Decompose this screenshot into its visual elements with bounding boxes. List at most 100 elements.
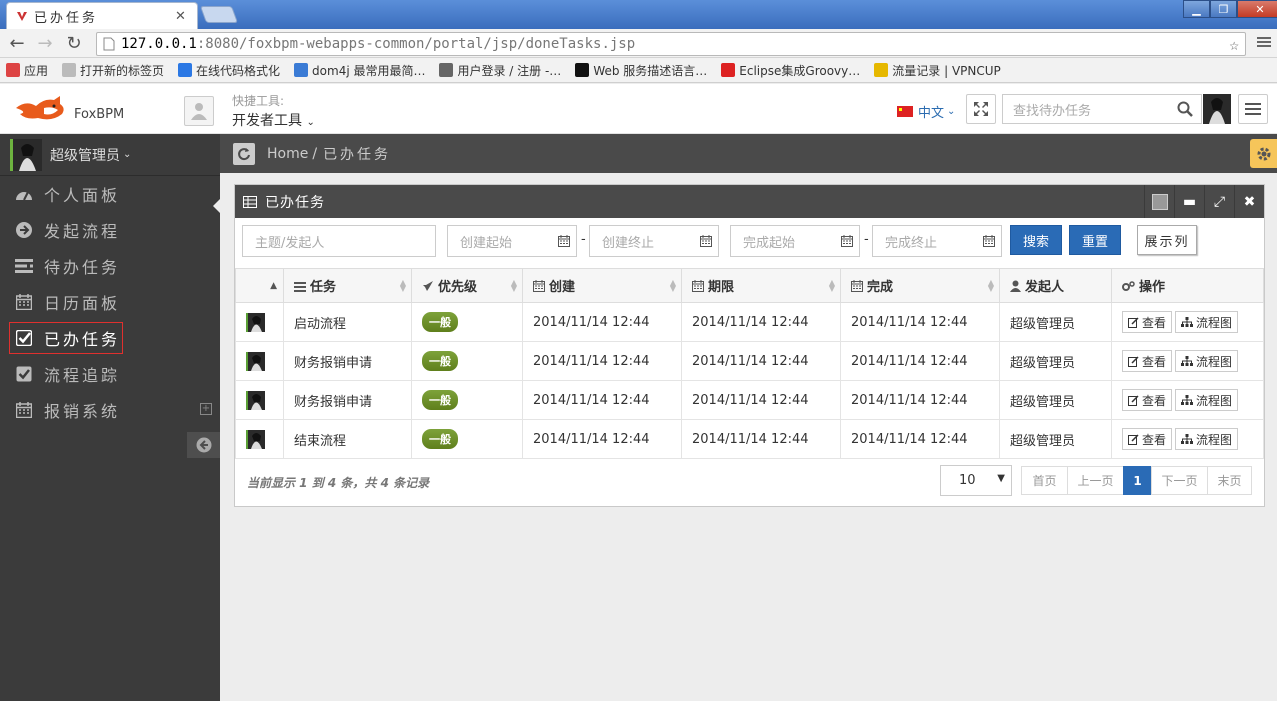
back-icon[interactable]: ← bbox=[6, 33, 28, 55]
bookmark-item[interactable]: dom4j 最常用最简… bbox=[294, 62, 425, 79]
diagram-button[interactable]: 流程图 bbox=[1175, 389, 1239, 411]
quick-tools-avatar[interactable] bbox=[184, 96, 214, 126]
sidebar-user[interactable]: 超级管理员 ⌄ bbox=[0, 134, 220, 176]
reload-icon[interactable]: ↻ bbox=[63, 33, 85, 55]
table-row[interactable]: 财务报销申请 一般 2014/11/14 12:44 2014/11/14 12:44… bbox=[235, 380, 1264, 420]
view-button[interactable]: 查看 bbox=[1122, 389, 1173, 411]
calendar-icon[interactable] bbox=[700, 235, 712, 247]
sidebar-item-0[interactable]: 个人面板 bbox=[0, 176, 220, 212]
table-row[interactable]: 结束流程 一般 2014/11/14 12:44 2014/11/14 12:44 20… bbox=[235, 419, 1264, 459]
diagram-button[interactable]: 流程图 bbox=[1175, 350, 1239, 372]
panel-header: 已办任务 ▬ ⤢ ✖ bbox=[235, 185, 1264, 218]
pager-page-1[interactable]: 1 bbox=[1123, 466, 1152, 495]
tab-close-icon[interactable]: ✕ bbox=[175, 9, 189, 24]
create-start-input[interactable]: 创建起始 bbox=[447, 225, 577, 257]
column-header-sort[interactable]: ▲ bbox=[235, 268, 284, 303]
expand-panel-icon[interactable]: ⤢ bbox=[1204, 185, 1234, 218]
bookmark-item[interactable]: 流量记录 | VPNCUP bbox=[874, 62, 1001, 79]
finished-cell: 2014/11/14 12:44 bbox=[840, 419, 1000, 459]
finish-start-input[interactable]: 完成起始 bbox=[730, 225, 860, 257]
language-selector[interactable]: 中文 ⌄ bbox=[897, 102, 955, 121]
browser-menu-icon[interactable] bbox=[1257, 35, 1271, 49]
view-button[interactable]: 查看 bbox=[1122, 311, 1173, 333]
search-icon[interactable] bbox=[1177, 101, 1193, 117]
sidebar-item-2[interactable]: 待办任务 bbox=[0, 248, 220, 284]
user-avatar[interactable] bbox=[1203, 94, 1231, 124]
reset-button[interactable]: 重置 bbox=[1069, 225, 1121, 255]
column-header-deadline[interactable]: 期限 ▲ ▼ bbox=[681, 268, 841, 303]
diagram-label: 流程图 bbox=[1196, 393, 1233, 408]
bookmark-item[interactable]: Eclipse集成Groovy… bbox=[721, 62, 860, 79]
window-controls: ▁ ❐ ✕ bbox=[1183, 0, 1277, 18]
minimize-window-button[interactable]: ▁ bbox=[1183, 0, 1210, 18]
column-header-initiator[interactable]: 发起人 bbox=[999, 268, 1112, 303]
sidebar-item-1[interactable]: 发起流程 bbox=[0, 212, 220, 248]
quick-tools-dropdown[interactable]: 开发者工具 ⌄ bbox=[232, 110, 315, 130]
bookmark-star-icon[interactable]: ☆ bbox=[1229, 35, 1239, 54]
url-path: :8080/foxbpm-webapps-common/portal/jsp/d… bbox=[196, 36, 636, 52]
calendar-icon[interactable] bbox=[558, 235, 570, 247]
task-cell: 结束流程 bbox=[283, 419, 412, 459]
sidebar-collapse-button[interactable] bbox=[187, 432, 220, 458]
table-row[interactable]: 财务报销申请 一般 2014/11/14 12:44 2014/11/14 12:44… bbox=[235, 341, 1264, 381]
maximize-window-button[interactable]: ❐ bbox=[1210, 0, 1237, 18]
column-header-priority[interactable]: 优先级 ▲ ▼ bbox=[411, 268, 523, 303]
table-row[interactable]: 启动流程 一般 2014/11/14 12:44 2014/11/14 12:44 20… bbox=[235, 302, 1264, 342]
new-tab-button[interactable] bbox=[199, 6, 239, 23]
bookmark-item[interactable]: 应用 bbox=[6, 62, 48, 79]
pager-prev[interactable]: 上一页 bbox=[1067, 466, 1124, 495]
browser-tab[interactable]: 已办任务 ✕ bbox=[6, 2, 198, 29]
finish-end-input[interactable]: 完成终止 bbox=[872, 225, 1002, 257]
bookmark-item[interactable]: Web 服务描述语言… bbox=[575, 62, 707, 79]
column-header-task[interactable]: 任务 ▲ ▼ bbox=[283, 268, 412, 303]
subject-filter-input[interactable]: 主题/发起人 bbox=[242, 225, 436, 257]
pager-first[interactable]: 首页 bbox=[1021, 466, 1068, 495]
column-header-finished[interactable]: 完成 ▲ ▼ bbox=[840, 268, 1000, 303]
page-size-select[interactable]: 10 ▼ bbox=[940, 465, 1012, 496]
breadcrumb-home[interactable]: Home bbox=[267, 146, 308, 162]
chevron-down-icon: ⌄ bbox=[947, 106, 956, 117]
column-header-label: 完成 bbox=[867, 280, 894, 295]
sidebar-item-label: 待办任务 bbox=[44, 258, 121, 277]
column-header-actions: 操作 bbox=[1111, 268, 1264, 303]
show-columns-button[interactable]: 展示列 bbox=[1137, 225, 1197, 255]
create-end-input[interactable]: 创建终止 bbox=[589, 225, 719, 257]
row-avatar bbox=[246, 312, 265, 332]
calendar-icon[interactable] bbox=[841, 235, 853, 247]
actions-cell: 查看 流程图 bbox=[1111, 302, 1264, 342]
task-search-input[interactable]: 查找待办任务 bbox=[1002, 94, 1202, 124]
refresh-button[interactable] bbox=[233, 142, 255, 165]
menu-icon bbox=[1245, 103, 1261, 115]
column-header-created[interactable]: 创建 ▲ ▼ bbox=[522, 268, 682, 303]
sidebar-item-6[interactable]: 报销系统 + bbox=[0, 392, 220, 428]
sitemap-icon bbox=[1181, 394, 1196, 406]
color-picker-button[interactable] bbox=[1144, 185, 1174, 218]
forward-icon[interactable]: → bbox=[34, 33, 56, 55]
address-bar[interactable]: 127.0.0.1:8080/foxbpm-webapps-common/por… bbox=[96, 32, 1246, 56]
view-button[interactable]: 查看 bbox=[1122, 428, 1173, 450]
expand-plus-icon[interactable]: + bbox=[200, 403, 212, 415]
sidebar-item-3[interactable]: 日历面板 bbox=[0, 284, 220, 320]
collapse-panel-icon[interactable]: ▬ bbox=[1174, 185, 1204, 218]
row-avatar bbox=[246, 429, 265, 449]
hamburger-menu-button[interactable] bbox=[1238, 94, 1268, 124]
page-size-value: 10 bbox=[959, 473, 976, 488]
sidebar-item-5[interactable]: 流程追踪 bbox=[0, 356, 220, 392]
search-button[interactable]: 搜索 bbox=[1010, 225, 1062, 255]
bookmark-item[interactable]: 在线代码格式化 bbox=[178, 62, 280, 79]
pager-last[interactable]: 末页 bbox=[1207, 466, 1252, 495]
settings-button[interactable] bbox=[1250, 139, 1277, 168]
view-button[interactable]: 查看 bbox=[1122, 350, 1173, 372]
diagram-button[interactable]: 流程图 bbox=[1175, 311, 1239, 333]
foxbpm-logo[interactable] bbox=[14, 94, 66, 124]
diagram-button[interactable]: 流程图 bbox=[1175, 428, 1239, 450]
pager-next[interactable]: 下一页 bbox=[1151, 466, 1208, 495]
close-window-button[interactable]: ✕ bbox=[1237, 0, 1277, 18]
calendar-icon[interactable] bbox=[983, 235, 995, 247]
bookmark-item[interactable]: 用户登录 / 注册 -… bbox=[439, 62, 561, 79]
fullscreen-button[interactable] bbox=[966, 94, 996, 124]
bookmark-item[interactable]: 打开新的标签页 bbox=[62, 62, 164, 79]
tab-favicon-icon bbox=[17, 12, 27, 21]
close-panel-icon[interactable]: ✖ bbox=[1234, 185, 1264, 218]
sidebar-item-4[interactable]: 已办任务 bbox=[0, 320, 220, 356]
